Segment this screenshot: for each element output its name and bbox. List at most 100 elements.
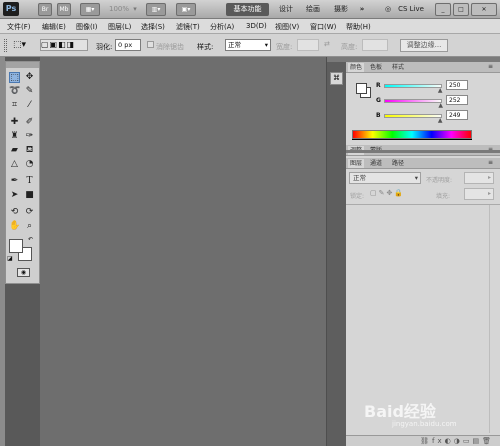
refine-edge-button[interactable]: 调整边缘... [400, 39, 448, 52]
tab-paths[interactable]: 路径 [390, 159, 406, 168]
channel-g-thumb-icon[interactable]: ▲ [438, 102, 443, 109]
workspace-essentials-button[interactable]: 基本功能 [226, 3, 269, 16]
cs-live-icon[interactable]: ◎ [383, 3, 393, 16]
fill-input[interactable]: ▸ [464, 188, 494, 200]
hand-tool-icon[interactable]: ✋ [9, 221, 20, 232]
style-label: 样式: [197, 43, 214, 51]
pen-tool-icon[interactable]: ✒ [9, 176, 20, 187]
tab-color[interactable]: 颜色 [348, 63, 365, 72]
menu-analysis[interactable]: 分析(A) [210, 22, 234, 32]
workspace-design-button[interactable]: 设计 [275, 3, 297, 16]
color-spectrum-bar[interactable] [352, 130, 472, 139]
document-canvas-area[interactable] [40, 57, 326, 446]
antialias-checkbox[interactable] [147, 41, 154, 48]
rectangular-marquee-icon[interactable]: ⬚ [9, 72, 20, 83]
minimize-button[interactable]: _ [435, 3, 451, 16]
lock-options-icons[interactable]: ▢✎✥🔒 [370, 189, 405, 197]
menu-bar: 文件(F) 编辑(E) 图像(I) 图层(L) 选择(S) 滤镜(T) 分析(A… [0, 19, 500, 34]
quick-selection-icon[interactable]: ✎ [24, 86, 35, 97]
menu-file[interactable]: 文件(F) [7, 22, 31, 32]
layers-footer-icons[interactable]: ⛓fx◐◑▭▤🗑 [346, 435, 500, 446]
quick-mask-icon[interactable]: ◉ [17, 268, 30, 277]
maximize-button[interactable]: □ [453, 3, 469, 16]
zoom-level[interactable]: 100% [108, 3, 130, 16]
tab-channels[interactable]: 通道 [368, 159, 384, 168]
menu-select[interactable]: 选择(S) [141, 22, 165, 32]
selection-mode-icons[interactable]: ▢▣◧◨ [40, 39, 88, 51]
channel-b-value[interactable]: 249 [446, 110, 468, 120]
paint-bucket-icon[interactable]: ⛾ [24, 145, 35, 156]
menu-3d[interactable]: 3D(D) [246, 22, 267, 30]
history-panel-icon[interactable]: ⌘ [330, 72, 343, 85]
watermark-brand: Baid经验 [364, 402, 436, 421]
mini-bridge-button[interactable]: Mb [57, 3, 71, 16]
brush-tool-icon[interactable]: ✐ [24, 117, 35, 128]
channel-b-slider[interactable] [384, 114, 442, 118]
height-input[interactable] [362, 39, 388, 51]
dodge-tool-icon[interactable]: ◔ [24, 159, 35, 170]
menu-help[interactable]: 帮助(H) [346, 22, 371, 32]
menu-view[interactable]: 视图(V) [275, 22, 299, 32]
zoom-tool-icon[interactable]: ⌕ [24, 221, 35, 232]
crop-tool-icon[interactable]: ⌗ [9, 100, 20, 111]
marquee-tool-preset-icon[interactable]: ⬚▾ [13, 39, 29, 51]
move-tool-icon[interactable]: ✥ [24, 72, 35, 83]
layers-menu-icon[interactable]: ≡ [486, 158, 495, 167]
layers-scrollbar[interactable] [489, 205, 498, 433]
layers-divider [346, 150, 500, 153]
channel-r-thumb-icon[interactable]: ▲ [438, 87, 443, 94]
3d-orbit-icon[interactable]: ⟳ [24, 207, 35, 218]
channel-g-value[interactable]: 252 [446, 95, 468, 105]
style-select[interactable]: 正常 ▾ [225, 39, 271, 51]
swap-colors-icon[interactable]: ↶ [28, 236, 33, 243]
channel-g-label: G [376, 97, 381, 104]
fill-dropdown-icon: ▸ [487, 190, 491, 197]
menu-image[interactable]: 图像(I) [76, 22, 98, 32]
width-input[interactable] [297, 39, 319, 51]
tab-swatches[interactable]: 色板 [368, 63, 384, 72]
more-workspaces-icon[interactable]: » [356, 3, 368, 16]
cs-live-button[interactable]: CS Live [394, 3, 428, 16]
eraser-icon[interactable]: ▰ [9, 145, 20, 156]
tab-layers[interactable]: 图层 [348, 159, 365, 168]
channel-r-value[interactable]: 250 [446, 80, 468, 90]
menu-filter[interactable]: 滤镜(T) [176, 22, 200, 32]
options-grip[interactable] [4, 39, 7, 52]
swap-dimensions-icon[interactable]: ⇄ [324, 40, 336, 50]
feather-input[interactable]: 0 px [115, 39, 141, 51]
3d-rotate-icon[interactable]: ⟲ [9, 207, 20, 218]
clone-stamp-icon[interactable]: ♜ [9, 131, 20, 142]
type-tool-icon[interactable]: T [24, 176, 35, 187]
screen-mode-icon[interactable]: ▣▾ [176, 3, 196, 16]
workspace-photography-button[interactable]: 摄影 [330, 3, 352, 16]
dock-header[interactable] [327, 57, 346, 62]
color-panel-foreground-swatch[interactable] [356, 83, 367, 94]
channel-b-thumb-icon[interactable]: ▲ [438, 117, 443, 124]
zoom-dropdown-icon[interactable]: ▾ [130, 3, 140, 16]
close-button[interactable]: ✕ [471, 3, 497, 16]
tools-panel-header[interactable] [6, 62, 39, 68]
blend-mode-select[interactable]: 正常 ▾ [349, 172, 421, 184]
menu-layer[interactable]: 图层(L) [108, 22, 131, 32]
channel-b-label: B [376, 112, 381, 119]
eyedropper-icon[interactable]: ⁄ [24, 100, 35, 111]
menu-window[interactable]: 窗口(W) [310, 22, 336, 32]
blur-tool-icon[interactable]: △ [9, 159, 20, 170]
bridge-button[interactable]: Br [38, 3, 52, 16]
default-colors-icon[interactable]: ◪ [7, 255, 13, 262]
history-brush-icon[interactable]: ✑ [24, 131, 35, 142]
lasso-tool-icon[interactable]: ➰ [9, 86, 20, 97]
spot-healing-icon[interactable]: ✚ [9, 117, 20, 128]
arrange-documents-icon[interactable]: ▥▾ [146, 3, 166, 16]
rectangle-shape-icon[interactable]: ■ [24, 190, 35, 201]
tab-styles[interactable]: 样式 [390, 63, 406, 72]
feather-label: 羽化: [96, 43, 113, 51]
path-selection-icon[interactable]: ➤ [9, 190, 20, 201]
channel-g-slider[interactable] [384, 99, 442, 103]
panel-menu-icon[interactable]: ≡ [486, 62, 495, 71]
view-extras-icon[interactable]: ▦▾ [80, 3, 100, 16]
menu-edit[interactable]: 编辑(E) [42, 22, 66, 32]
channel-r-slider[interactable] [384, 84, 442, 88]
opacity-input[interactable]: ▸ [464, 172, 494, 184]
workspace-painting-button[interactable]: 绘画 [302, 3, 324, 16]
